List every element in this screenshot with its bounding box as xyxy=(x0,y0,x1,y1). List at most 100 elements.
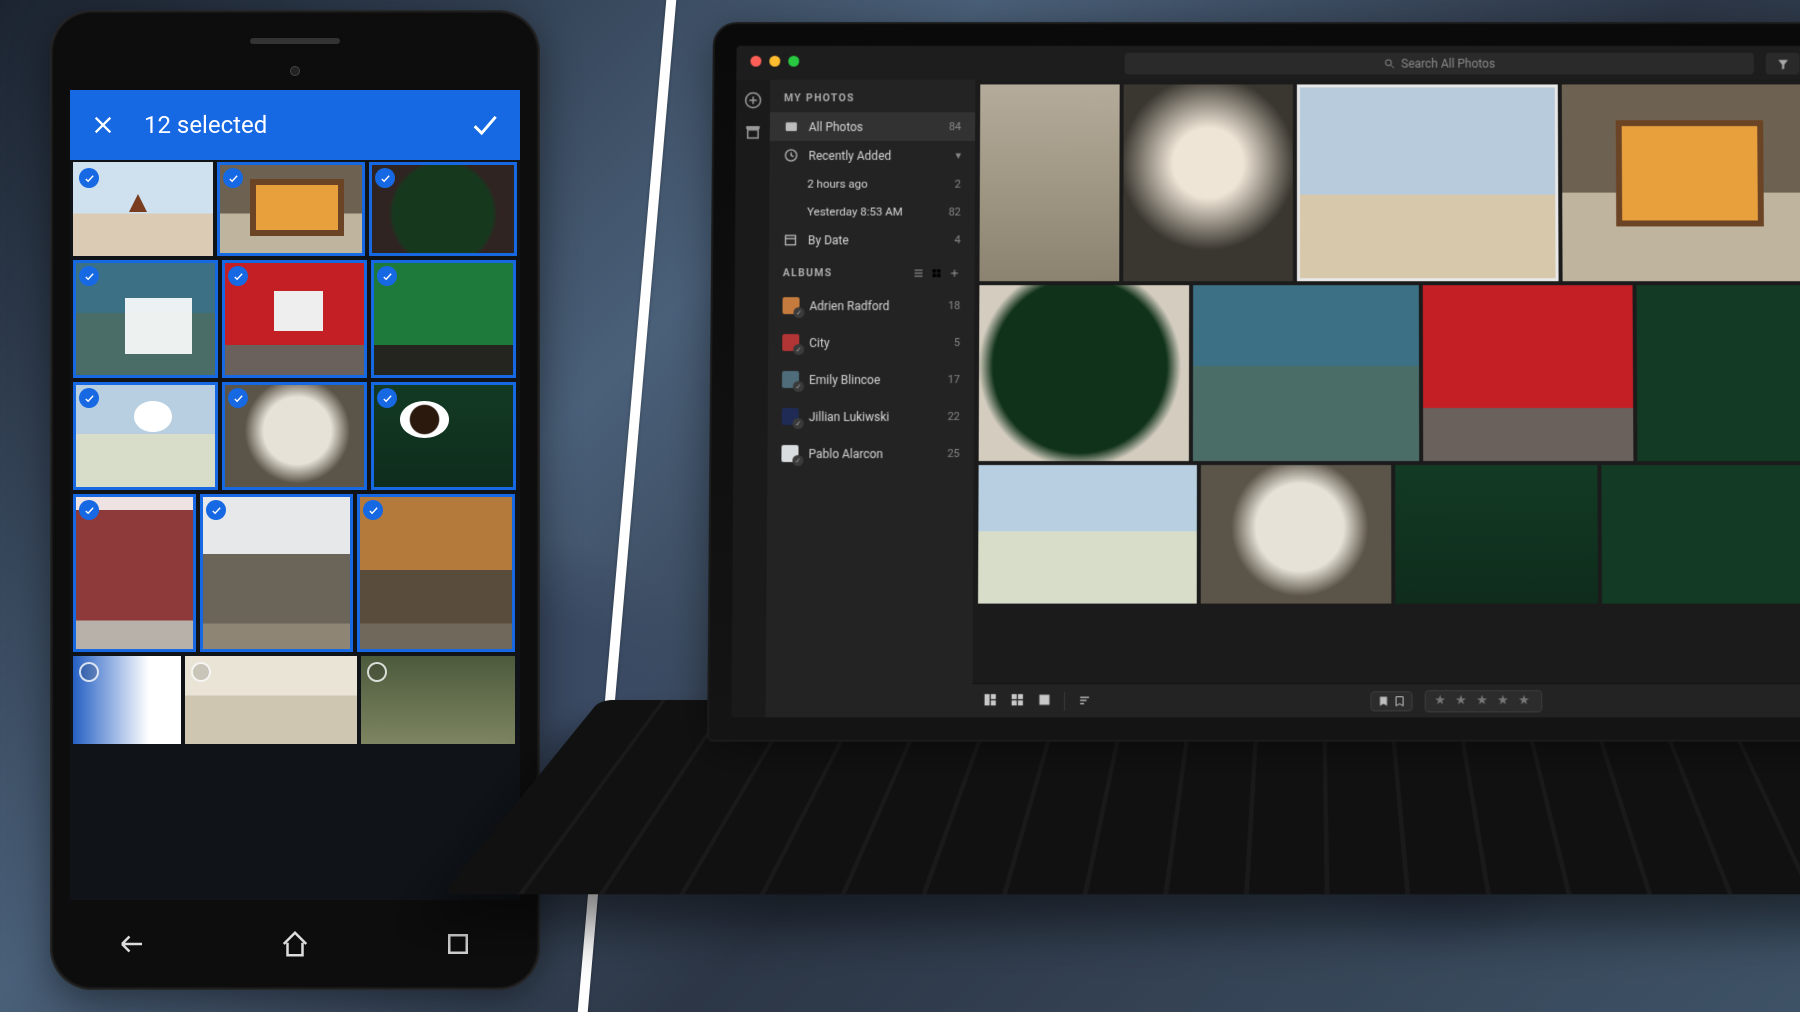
red-wall[interactable] xyxy=(1423,285,1634,461)
flag-controls[interactable] xyxy=(1371,691,1413,711)
section-albums-header: ALBUMS xyxy=(769,254,975,287)
close-window-icon[interactable] xyxy=(750,56,761,67)
phone-device: 12 selected xyxy=(50,10,540,990)
composite-stage: 12 selected xyxy=(0,0,1800,1012)
filter-button[interactable] xyxy=(1766,53,1800,75)
nav-by-date[interactable]: By Date 4 xyxy=(769,225,975,254)
view-list-icon[interactable] xyxy=(913,267,925,279)
coffee-berries[interactable] xyxy=(371,382,516,490)
album-jillian-lukiwski[interactable]: Jillian Lukiwski 22 xyxy=(768,398,974,435)
album-count: 5 xyxy=(954,336,960,349)
coffee-berries[interactable] xyxy=(1395,465,1598,604)
confirm-check-icon[interactable] xyxy=(470,111,498,139)
sidebar: MY PHOTOS All Photos 84 Recently Added ▾ xyxy=(766,80,976,718)
laptop-lid: Search All Photos MY PHOTOS xyxy=(707,22,1800,742)
album-pablo-alarcon[interactable]: Pablo Alarcon 25 xyxy=(767,435,973,472)
nav-all-photos[interactable]: All Photos 84 xyxy=(770,112,975,141)
street-trees[interactable] xyxy=(200,494,353,652)
section-albums-label: ALBUMS xyxy=(783,266,833,279)
nav-recently-added[interactable]: Recently Added ▾ xyxy=(770,141,975,170)
nav-all-photos-count: 84 xyxy=(941,120,961,133)
tv-bench-photo[interactable] xyxy=(217,162,365,256)
sync-badge-icon xyxy=(793,307,804,318)
bedroom[interactable] xyxy=(185,656,357,744)
desktop-app: Search All Photos MY PHOTOS xyxy=(731,46,1800,718)
nav-recently-added-label: Recently Added xyxy=(808,148,891,162)
photo-gallery: ★ ★ ★ ★ ★ xyxy=(973,80,1800,718)
bench-photo[interactable] xyxy=(1562,84,1800,281)
flowers-field[interactable] xyxy=(361,656,515,744)
album-count: 17 xyxy=(948,373,960,386)
sync-badge-icon xyxy=(793,344,804,355)
add-icon[interactable] xyxy=(744,91,762,109)
album-name: Emily Blincoe xyxy=(809,373,880,387)
view-grid-icon[interactable] xyxy=(931,267,943,279)
album-name: Jillian Lukiwski xyxy=(809,409,890,423)
nav-home-icon[interactable] xyxy=(280,929,310,963)
view-single-icon[interactable] xyxy=(1037,692,1052,710)
nav-back-icon[interactable] xyxy=(117,929,147,963)
album-city[interactable]: City 5 xyxy=(768,324,974,361)
section-myphotos-header: MY PHOTOS xyxy=(770,80,975,113)
gallery-bottom-bar: ★ ★ ★ ★ ★ xyxy=(973,683,1800,717)
nav-by-date-label: By Date xyxy=(808,233,849,247)
view-square-grid-icon[interactable] xyxy=(1010,692,1025,710)
album-count: 18 xyxy=(948,299,960,312)
portrait-bw[interactable] xyxy=(222,382,367,490)
nav-recent-item[interactable]: Yesterday 8:53 AM82 xyxy=(769,198,975,226)
flag-pick-icon[interactable] xyxy=(1378,695,1390,707)
green-edge-2[interactable] xyxy=(1601,465,1800,604)
flag-reject-icon[interactable] xyxy=(1394,695,1406,707)
nav-recent-icon[interactable] xyxy=(443,929,473,963)
album-count: 25 xyxy=(947,447,959,460)
nav-by-date-count: 4 xyxy=(946,233,960,246)
nav-all-photos-label: All Photos xyxy=(809,120,863,134)
sync-badge-icon xyxy=(793,381,804,392)
chevron-down-icon: ▾ xyxy=(948,149,962,162)
album-emily-blincoe[interactable]: Emily Blincoe 17 xyxy=(768,361,974,398)
zoom-window-icon[interactable] xyxy=(788,56,799,67)
portrait-bw[interactable] xyxy=(1201,465,1392,604)
autumn-street[interactable] xyxy=(357,494,515,652)
blue-house[interactable] xyxy=(73,260,218,378)
window-traffic-lights[interactable] xyxy=(750,56,799,67)
green-room[interactable] xyxy=(371,260,516,378)
close-icon[interactable] xyxy=(92,114,114,136)
jumper-photo[interactable] xyxy=(73,162,213,256)
funnel-icon xyxy=(1776,57,1789,70)
selection-count-label: 12 selected xyxy=(144,111,470,139)
calendar-icon xyxy=(783,232,798,247)
nav-recent-item[interactable]: 2 hours ago2 xyxy=(769,170,975,198)
red-wall[interactable] xyxy=(222,260,367,378)
separator xyxy=(1064,692,1065,710)
album-count: 22 xyxy=(947,410,959,423)
woman-portrait[interactable] xyxy=(1123,84,1293,281)
album-name: Pablo Alarcon xyxy=(808,447,883,461)
sync-badge-icon xyxy=(792,455,803,466)
green-edge[interactable] xyxy=(1637,285,1800,461)
laptop-screen: Search All Photos MY PHOTOS xyxy=(731,46,1800,718)
view-mosaic-icon[interactable] xyxy=(983,692,998,710)
food-photo[interactable] xyxy=(369,162,517,256)
album-name: City xyxy=(809,336,829,350)
man-portrait[interactable] xyxy=(979,84,1119,281)
android-navbar xyxy=(50,924,540,968)
sort-icon[interactable] xyxy=(1077,692,1092,710)
cotton-hand[interactable] xyxy=(73,382,218,490)
album-adrien-radford[interactable]: Adrien Radford18 xyxy=(768,287,974,324)
left-rail xyxy=(731,80,770,718)
cotton-hand[interactable] xyxy=(978,465,1197,604)
jumper-photo[interactable] xyxy=(1297,84,1559,281)
blue-house[interactable] xyxy=(1193,285,1419,461)
star-rating[interactable]: ★ ★ ★ ★ ★ xyxy=(1425,690,1542,712)
phone-screen: 12 selected xyxy=(70,90,520,900)
add-album-icon[interactable] xyxy=(948,267,960,279)
search-icon xyxy=(1383,58,1395,70)
blue-mural[interactable] xyxy=(73,656,181,744)
food-photo[interactable] xyxy=(979,285,1189,461)
minimize-window-icon[interactable] xyxy=(769,56,780,67)
search-input[interactable]: Search All Photos xyxy=(1125,53,1754,75)
pink-door[interactable] xyxy=(73,494,196,652)
phone-camera-dot xyxy=(290,66,300,76)
archive-icon[interactable] xyxy=(744,123,762,141)
